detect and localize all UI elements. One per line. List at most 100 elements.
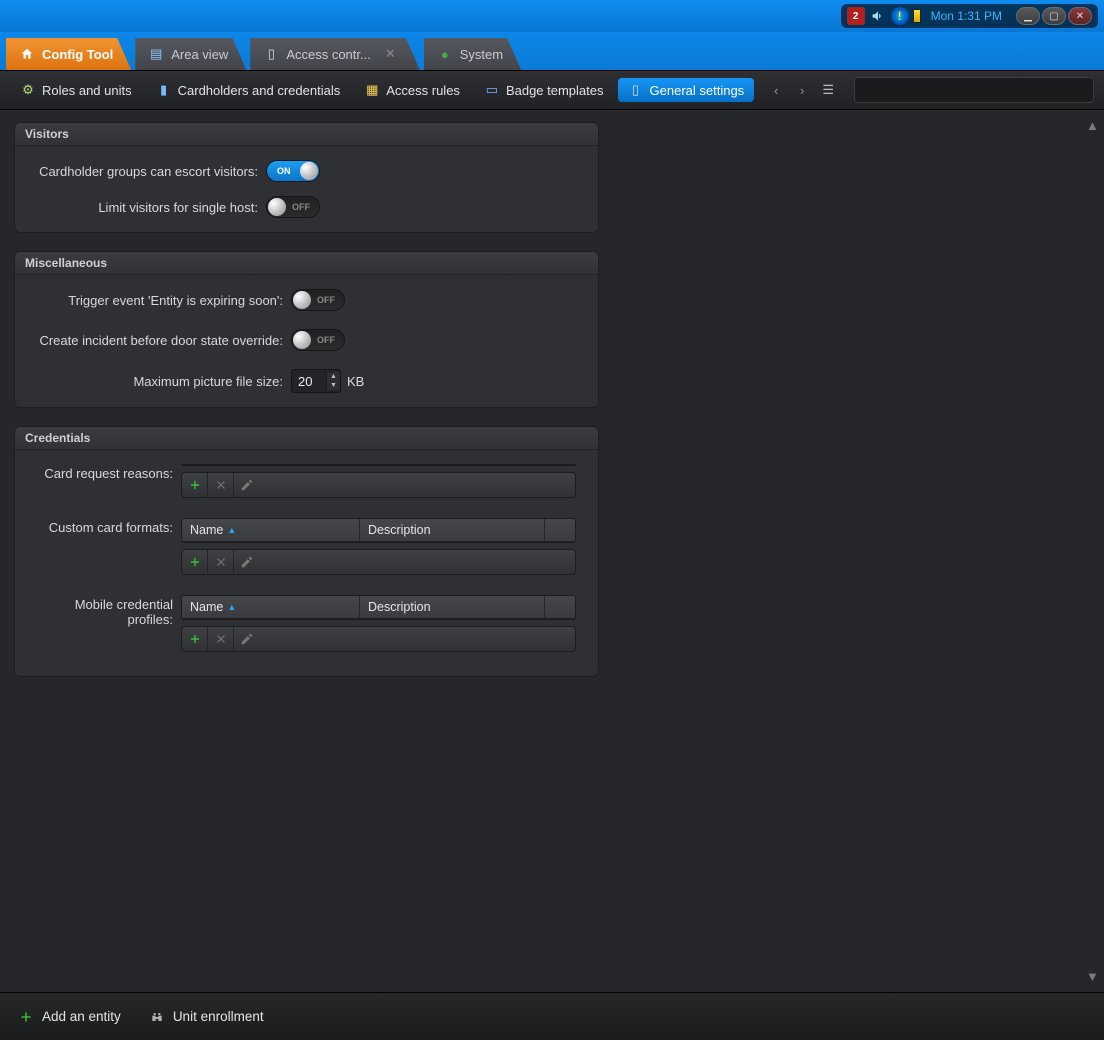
card-request-reasons-listbox[interactable] xyxy=(181,464,576,466)
step-down-icon[interactable]: ▼ xyxy=(327,381,340,390)
panel-header: Credentials xyxy=(15,427,598,450)
escort-toggle[interactable]: ON xyxy=(266,160,320,182)
subnav-access-rules[interactable]: ▦ Access rules xyxy=(354,78,470,102)
clock-text: Mon 1:31 PM xyxy=(931,9,1002,23)
tab-system[interactable]: ● System xyxy=(424,38,521,70)
column-name[interactable]: Name▲ xyxy=(182,596,360,618)
mobile-credential-profiles-table[interactable]: Name▲ Description xyxy=(181,595,576,620)
volume-icon[interactable] xyxy=(869,7,887,25)
panel-visitors: Visitors Cardholder groups can escort vi… xyxy=(14,122,599,233)
delete-button[interactable] xyxy=(208,473,234,497)
scrollbar[interactable]: ▲ ▼ xyxy=(1086,118,1102,984)
column-spacer xyxy=(545,596,575,618)
subnav-roles-units[interactable]: ⚙ Roles and units xyxy=(10,78,142,102)
footer-label: Add an entity xyxy=(42,1009,121,1024)
add-button[interactable] xyxy=(182,550,208,574)
settings-page-icon: ▯ xyxy=(628,82,644,98)
nav-back-button[interactable]: ‹ xyxy=(764,79,788,101)
step-up-icon[interactable]: ▲ xyxy=(327,372,340,381)
plus-icon xyxy=(18,1009,34,1025)
shield-alert-icon[interactable]: 2 xyxy=(847,7,865,25)
tab-area-view-label: Area view xyxy=(171,47,228,62)
column-description[interactable]: Description xyxy=(360,596,545,618)
nav-tree-button[interactable]: ☰ xyxy=(816,79,840,101)
subnav-label: Roles and units xyxy=(42,83,132,98)
panel-header: Miscellaneous xyxy=(15,252,598,275)
tab-config-label: Config Tool xyxy=(42,47,113,62)
scroll-down-icon[interactable]: ▼ xyxy=(1086,969,1102,984)
limit-visitors-label: Limit visitors for single host: xyxy=(31,200,266,215)
add-button[interactable] xyxy=(182,627,208,651)
subnav-badge-templates[interactable]: ▭ Badge templates xyxy=(474,78,614,102)
system-tray: 2 ! Mon 1:31 PM ▁ ▢ ✕ xyxy=(841,4,1098,28)
subnav-label: Cardholders and credentials xyxy=(178,83,341,98)
trigger-event-toggle[interactable]: OFF xyxy=(291,289,345,311)
close-tab-icon[interactable]: ✕ xyxy=(385,46,396,62)
footer-label: Unit enrollment xyxy=(173,1009,264,1024)
toggle-knob xyxy=(293,331,311,349)
edit-button[interactable] xyxy=(234,627,260,651)
column-description[interactable]: Description xyxy=(360,519,545,541)
toggle-knob xyxy=(268,198,286,216)
search-input[interactable] xyxy=(854,77,1094,103)
unit-enrollment-button[interactable]: Unit enrollment xyxy=(149,1009,264,1025)
badge-icon: ▯ xyxy=(264,47,278,61)
sort-asc-icon: ▲ xyxy=(227,525,236,535)
badge-template-icon: ▭ xyxy=(484,82,500,98)
max-pic-size-input[interactable] xyxy=(292,374,326,389)
toggle-on-text: ON xyxy=(277,166,291,176)
home-icon xyxy=(20,47,34,61)
subnav-label: Badge templates xyxy=(506,83,604,98)
custom-card-formats-table[interactable]: Name▲ Description xyxy=(181,518,576,543)
kb-unit: KB xyxy=(347,374,364,389)
panel-credentials: Credentials Card request reasons: xyxy=(14,426,599,677)
app-tabs-bar: Config Tool ▤ Area view ▯ Access contr..… xyxy=(0,32,1104,70)
sort-asc-icon: ▲ xyxy=(227,602,236,612)
window-minimize-button[interactable]: ▁ xyxy=(1016,7,1040,25)
subnav-general-settings[interactable]: ▯ General settings xyxy=(618,78,755,102)
os-top-bar: 2 ! Mon 1:31 PM ▁ ▢ ✕ xyxy=(0,0,1104,32)
panel-header: Visitors xyxy=(15,123,598,146)
footer-bar: Add an entity Unit enrollment xyxy=(0,992,1104,1040)
add-button[interactable] xyxy=(182,473,208,497)
add-entity-button[interactable]: Add an entity xyxy=(18,1009,121,1025)
trigger-event-label: Trigger event 'Entity is expiring soon': xyxy=(31,293,291,308)
door-override-toggle[interactable]: OFF xyxy=(291,329,345,351)
delete-button[interactable] xyxy=(208,627,234,651)
subnav-cardholders[interactable]: ▮ Cardholders and credentials xyxy=(146,78,351,102)
subnav-label: Access rules xyxy=(386,83,460,98)
tab-config-tool[interactable]: Config Tool xyxy=(6,38,131,70)
tab-area-view[interactable]: ▤ Area view xyxy=(135,38,246,70)
tab-access-control-label: Access contr... xyxy=(286,47,371,62)
column-name[interactable]: Name▲ xyxy=(182,519,360,541)
tab-system-label: System xyxy=(460,47,503,62)
column-spacer xyxy=(545,519,575,541)
nav-forward-button[interactable]: › xyxy=(790,79,814,101)
escort-label: Cardholder groups can escort visitors: xyxy=(31,164,266,179)
window-close-button[interactable]: ✕ xyxy=(1068,7,1092,25)
card-request-reasons-label: Card request reasons: xyxy=(31,464,181,481)
toggle-off-text: OFF xyxy=(317,335,335,345)
toggle-knob xyxy=(293,291,311,309)
gear-pair-icon: ⚙ xyxy=(20,82,36,98)
binoculars-icon xyxy=(149,1009,165,1025)
toggle-knob xyxy=(300,162,318,180)
delete-button[interactable] xyxy=(208,550,234,574)
tab-access-control[interactable]: ▯ Access contr... ✕ xyxy=(250,38,419,70)
rules-icon: ▦ xyxy=(364,82,380,98)
edit-button[interactable] xyxy=(234,473,260,497)
max-pic-size-stepper[interactable]: ▲▼ xyxy=(291,369,341,393)
window-maximize-button[interactable]: ▢ xyxy=(1042,7,1066,25)
limit-visitors-toggle[interactable]: OFF xyxy=(266,196,320,218)
max-pic-size-label: Maximum picture file size: xyxy=(31,374,291,389)
toggle-off-text: OFF xyxy=(317,295,335,305)
mobile-credential-profiles-label: Mobile credential profiles: xyxy=(31,595,181,627)
sub-nav: ⚙ Roles and units ▮ Cardholders and cred… xyxy=(0,70,1104,110)
panel-miscellaneous: Miscellaneous Trigger event 'Entity is e… xyxy=(14,251,599,408)
battery-icon[interactable] xyxy=(913,9,921,23)
edit-button[interactable] xyxy=(234,550,260,574)
main-content: Visitors Cardholder groups can escort vi… xyxy=(0,110,1104,992)
scroll-up-icon[interactable]: ▲ xyxy=(1086,118,1102,133)
warning-badge-icon[interactable]: ! xyxy=(891,7,909,25)
credentials-icon: ▮ xyxy=(156,82,172,98)
